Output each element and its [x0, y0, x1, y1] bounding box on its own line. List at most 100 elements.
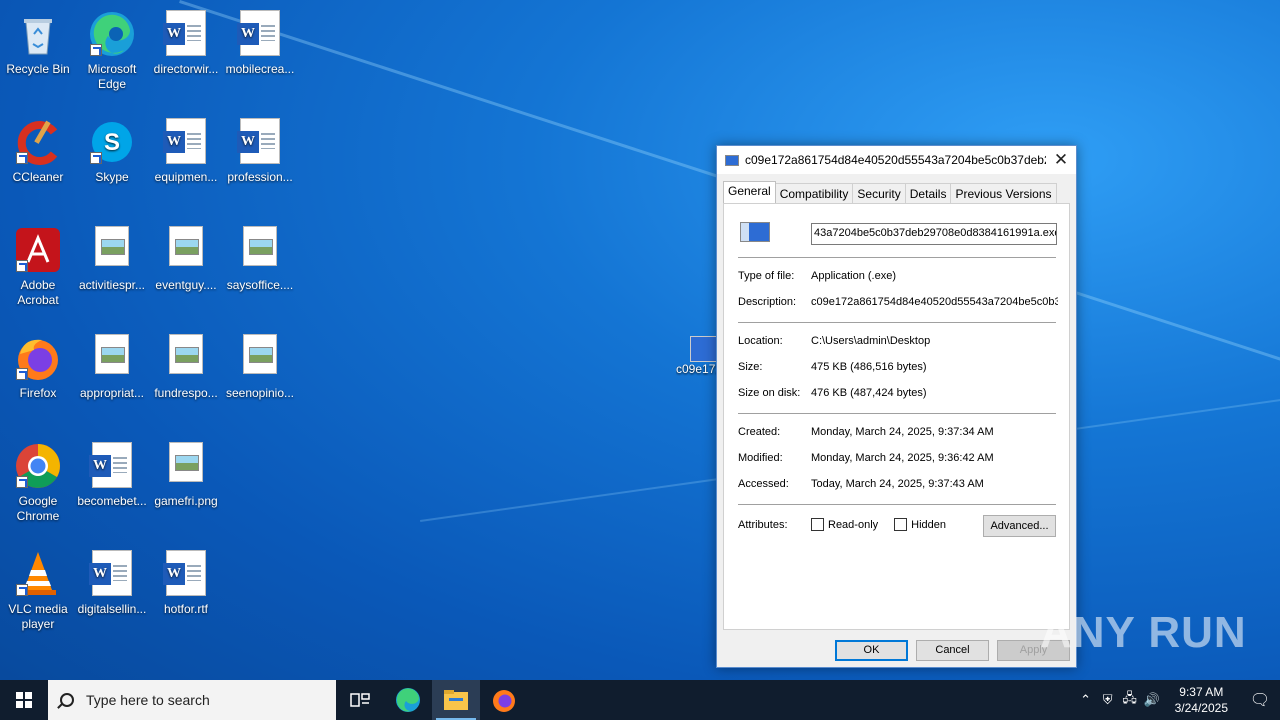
taskbar-file-explorer[interactable] — [432, 680, 480, 720]
desktop-icon-recycle-bin[interactable]: Recycle Bin — [0, 4, 76, 77]
desktop-icon-label: equipmen... — [154, 170, 218, 184]
tab-security[interactable]: Security — [852, 183, 906, 204]
volume-icon[interactable]: 🔊 — [1141, 692, 1163, 708]
location-label: Location: — [738, 335, 783, 347]
tab-general[interactable]: General — [723, 181, 776, 203]
desktop-icon-label: profession... — [227, 170, 293, 184]
desktop-icon-image-file[interactable]: seenopinio... — [222, 328, 298, 401]
desktop-icon-label: VLC media player — [8, 602, 68, 631]
desktop-icon-word-file[interactable]: W becomebet... — [74, 436, 150, 509]
accessed-row: Accessed: Today, March 24, 2025, 9:37:43… — [738, 478, 1058, 490]
description-value: c09e172a861754d84e40520d55543a7204be5c0b… — [811, 296, 1058, 308]
accessed-label: Accessed: — [738, 478, 789, 490]
desktop-icon-image-file[interactable]: fundrespo... — [148, 328, 224, 401]
desktop-icon-image-file[interactable]: eventguy.... — [148, 220, 224, 293]
image-file-icon — [169, 226, 203, 266]
taskbar-search-box[interactable]: Type here to search — [48, 680, 336, 720]
desktop-icon-label: becomebet... — [77, 494, 147, 508]
chevron-up-icon[interactable]: ⌃ — [1075, 692, 1097, 708]
desktop-icon-label: c09e172 — [676, 362, 718, 376]
desktop-icon-word-file[interactable]: W directorwir... — [148, 4, 224, 77]
svg-text:S: S — [104, 129, 120, 156]
desktop-icon-exe-file[interactable]: c09e172 — [676, 336, 718, 376]
task-view-icon — [350, 693, 370, 707]
desktop-icon-adobe-acrobat[interactable]: Adobe Acrobat — [0, 220, 76, 308]
divider — [738, 322, 1056, 323]
ok-button[interactable]: OK — [835, 640, 908, 661]
executable-icon — [690, 336, 718, 362]
desktop-icon-image-file[interactable]: activitiespr... — [74, 220, 150, 293]
close-icon[interactable]: ✕ — [1046, 150, 1076, 170]
dialog-title: c09e172a861754d84e40520d55543a7204be5c0b… — [745, 153, 1046, 167]
tab-details[interactable]: Details — [904, 183, 952, 204]
divider — [738, 257, 1056, 258]
desktop-icon-word-file[interactable]: W profession... — [222, 112, 298, 185]
chrome-icon — [14, 442, 62, 490]
properties-dialog: c09e172a861754d84e40520d55543a7204be5c0b… — [716, 145, 1077, 668]
tab-previous-versions[interactable]: Previous Versions — [950, 183, 1057, 204]
clock[interactable]: 9:37 AM 3/24/2025 — [1163, 684, 1240, 716]
executable-icon — [740, 222, 770, 242]
hidden-checkbox[interactable] — [894, 518, 908, 531]
start-button[interactable] — [0, 680, 48, 720]
readonly-label[interactable]: Read-only — [828, 519, 878, 531]
firefox-icon — [493, 690, 515, 712]
windows-logo-icon — [16, 692, 32, 708]
readonly-checkbox[interactable] — [811, 518, 824, 531]
desktop-icon-firefox[interactable]: Firefox — [0, 328, 76, 401]
taskbar-edge[interactable] — [384, 680, 432, 720]
desktop-icon-image-file[interactable]: appropriat... — [74, 328, 150, 401]
desktop-icon-image-file[interactable]: saysoffice.... — [222, 220, 298, 293]
folder-icon — [444, 690, 468, 710]
location-value: C:\Users\admin\Desktop — [811, 335, 931, 347]
word-document-icon: W — [163, 10, 206, 56]
notification-icon[interactable]: 🗨 — [1240, 690, 1280, 710]
type-label: Type of file: — [738, 270, 795, 282]
type-value: Application (.exe) — [811, 270, 896, 282]
word-document-icon: W — [237, 118, 280, 164]
desktop-icon-microsoft-edge[interactable]: Microsoft Edge — [74, 4, 150, 92]
divider — [738, 504, 1056, 505]
desktop-icon-label: seenopinio... — [225, 386, 295, 400]
desktop-icon-ccleaner[interactable]: CCleaner — [0, 112, 76, 185]
acrobat-icon — [14, 226, 62, 274]
filename-field[interactable]: 43a7204be5c0b37deb29708e0d8384161991a.ex… — [811, 223, 1057, 245]
desktop-icon-vlc[interactable]: VLC media player — [0, 544, 76, 632]
anyrun-watermark: ANY RUN — [1040, 608, 1247, 657]
edge-icon — [396, 688, 420, 712]
desktop-icon-label: hotfor.rtf — [163, 602, 209, 616]
task-view-button[interactable] — [336, 680, 384, 720]
clock-time: 9:37 AM — [1179, 685, 1224, 699]
desktop-icon-word-file[interactable]: W digitalsellin... — [74, 544, 150, 617]
cancel-button[interactable]: Cancel — [916, 640, 989, 661]
tab-compatibility[interactable]: Compatibility — [774, 183, 854, 204]
security-center-icon[interactable]: ⛨ — [1097, 692, 1119, 708]
desktop-icon-word-file[interactable]: W mobilecrea... — [222, 4, 298, 77]
word-document-icon: W — [163, 550, 206, 596]
size-label: Size: — [738, 361, 763, 373]
type-row: Type of file: Application (.exe) — [738, 270, 1058, 282]
size-on-disk-label: Size on disk: — [738, 387, 801, 399]
desktop-icon-google-chrome[interactable]: Google Chrome — [0, 436, 76, 524]
image-file-icon — [169, 334, 203, 374]
network-icon[interactable]: 🖧 — [1119, 689, 1141, 711]
size-value: 475 KB (486,516 bytes) — [811, 361, 927, 373]
desktop-icon-label: appropriat... — [79, 386, 145, 400]
desktop-icon-image-file[interactable]: gamefri.png — [148, 436, 224, 509]
size-on-disk-value: 476 KB (487,424 bytes) — [811, 387, 927, 399]
accessed-value: Today, March 24, 2025, 9:37:43 AM — [811, 478, 984, 490]
advanced-button[interactable]: Advanced... — [983, 515, 1056, 537]
desktop-icon-word-file[interactable]: W equipmen... — [148, 112, 224, 185]
taskbar-firefox[interactable] — [480, 680, 528, 720]
desktop-icon-word-file[interactable]: W hotfor.rtf — [148, 544, 224, 617]
created-value: Monday, March 24, 2025, 9:37:34 AM — [811, 426, 994, 438]
shortcut-arrow-icon — [90, 152, 102, 164]
desktop-icon-label: mobilecrea... — [225, 62, 295, 76]
word-document-icon: W — [89, 550, 132, 596]
desktop-icon-label: CCleaner — [12, 170, 64, 184]
desktop-icon-skype[interactable]: S Skype — [74, 112, 150, 185]
dialog-titlebar[interactable]: c09e172a861754d84e40520d55543a7204be5c0b… — [717, 146, 1076, 174]
image-file-icon — [95, 226, 129, 266]
image-file-icon — [169, 442, 203, 482]
hidden-label[interactable]: Hidden — [911, 519, 946, 531]
